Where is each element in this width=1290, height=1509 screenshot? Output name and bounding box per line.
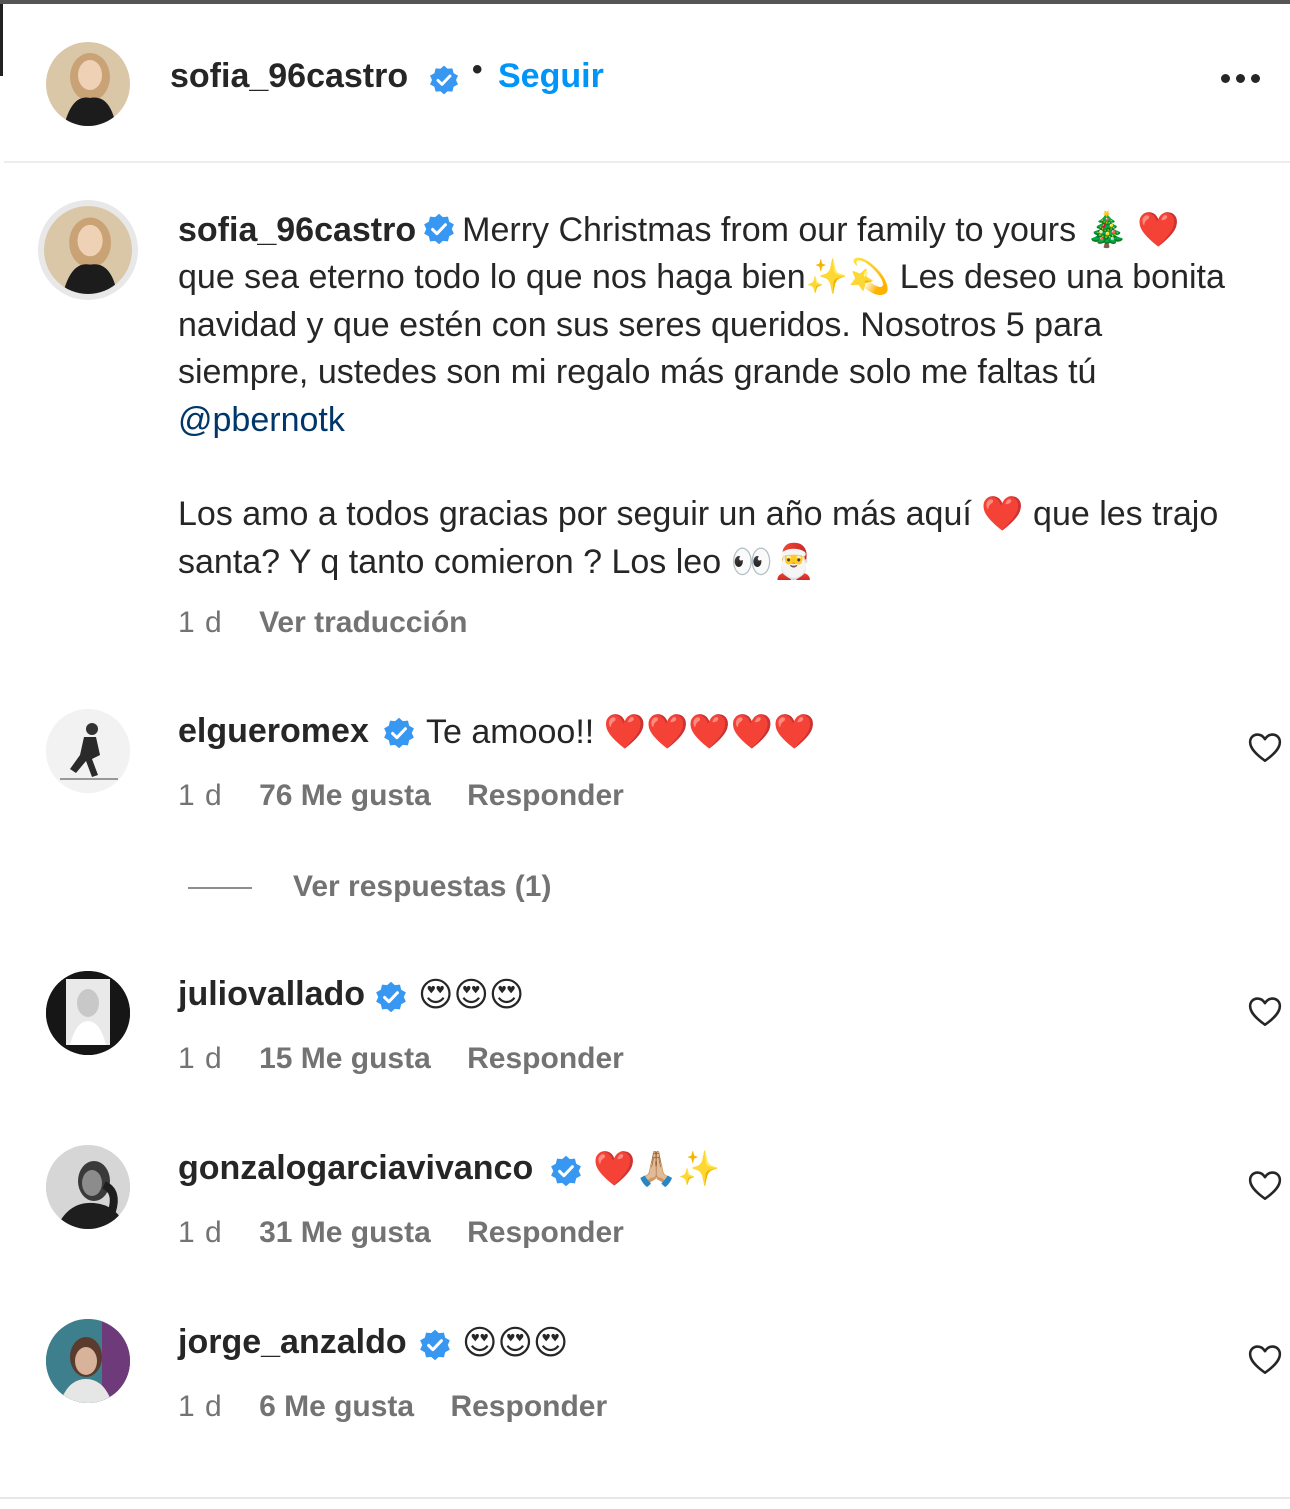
heart-outline-icon[interactable]: [1248, 1170, 1282, 1202]
comment-avatar[interactable]: [46, 1145, 130, 1229]
reply-button[interactable]: Responder: [467, 779, 624, 812]
caption-text-2: Los amo a todos gracias por seguir un añ…: [178, 495, 1219, 581]
author-username[interactable]: sofia_96castro: [170, 57, 408, 96]
caption-avatar[interactable]: [38, 200, 138, 300]
comment-time: 1 d: [178, 779, 223, 812]
comment-avatar[interactable]: [46, 709, 130, 793]
heart-outline-icon[interactable]: [1248, 732, 1282, 764]
comment-meta: 1 d 31 Me gusta Responder: [178, 1216, 624, 1250]
comment-text: 😍😍😍: [462, 1324, 569, 1362]
comment-text: Te amooo!! ❤️❤️❤️❤️❤️: [426, 713, 816, 751]
comment-username[interactable]: elgueromex: [178, 712, 369, 751]
comment-username[interactable]: juliovallado: [178, 975, 365, 1014]
comment-likes[interactable]: 31 Me gusta: [259, 1216, 431, 1249]
header-separator: •: [472, 53, 483, 86]
comment-username[interactable]: gonzalogarciavivanco: [178, 1149, 533, 1188]
author-avatar[interactable]: [46, 42, 130, 126]
comment-likes[interactable]: 6 Me gusta: [259, 1390, 414, 1423]
comment-likes[interactable]: 15 Me gusta: [259, 1042, 431, 1075]
comment-meta: 1 d 76 Me gusta Responder: [178, 779, 624, 813]
heart-outline-icon[interactable]: [1248, 1344, 1282, 1376]
comment-time: 1 d: [178, 1390, 223, 1423]
reply-button[interactable]: Responder: [450, 1390, 607, 1423]
verified-badge-icon: [374, 980, 408, 1014]
follow-button[interactable]: Seguir: [498, 57, 604, 96]
comment-likes[interactable]: 76 Me gusta: [259, 779, 431, 812]
comment-meta: 1 d 6 Me gusta Responder: [178, 1390, 607, 1424]
comment-meta: 1 d 15 Me gusta Responder: [178, 1042, 624, 1076]
verified-badge-icon: [418, 1328, 452, 1362]
caption-time: 1 d: [178, 606, 223, 639]
translate-button[interactable]: Ver traducción: [259, 606, 467, 639]
comment-time: 1 d: [178, 1042, 223, 1075]
caption-mention[interactable]: @pbernotk: [178, 401, 345, 439]
reply-button[interactable]: Responder: [467, 1042, 624, 1075]
verified-badge-icon: [382, 716, 416, 750]
more-options-icon[interactable]: [1212, 56, 1266, 96]
comment-time: 1 d: [178, 1216, 223, 1249]
comment-username[interactable]: jorge_anzaldo: [178, 1323, 407, 1362]
caption-meta: 1 d Ver traducción: [178, 606, 467, 640]
comment-avatar[interactable]: [46, 1319, 130, 1403]
comment-text: 😍😍😍: [418, 976, 525, 1014]
comment-text: ❤️🙏🏼✨: [593, 1150, 721, 1188]
reply-button[interactable]: Responder: [467, 1216, 624, 1249]
verified-badge-icon: [422, 212, 456, 246]
heart-outline-icon[interactable]: [1248, 996, 1282, 1028]
bottom-divider: [0, 1497, 1290, 1499]
window-left-border: [0, 4, 3, 76]
caption-username[interactable]: sofia_96castro: [178, 211, 416, 249]
verified-badge-icon: [549, 1154, 583, 1188]
verified-badge-icon: [428, 64, 460, 96]
view-replies-button[interactable]: Ver respuestas (1): [293, 870, 551, 904]
comment-avatar[interactable]: [46, 971, 130, 1055]
post-caption: sofia_96castro Merry Christmas from our f…: [178, 207, 1238, 586]
replies-divider: [188, 887, 252, 889]
